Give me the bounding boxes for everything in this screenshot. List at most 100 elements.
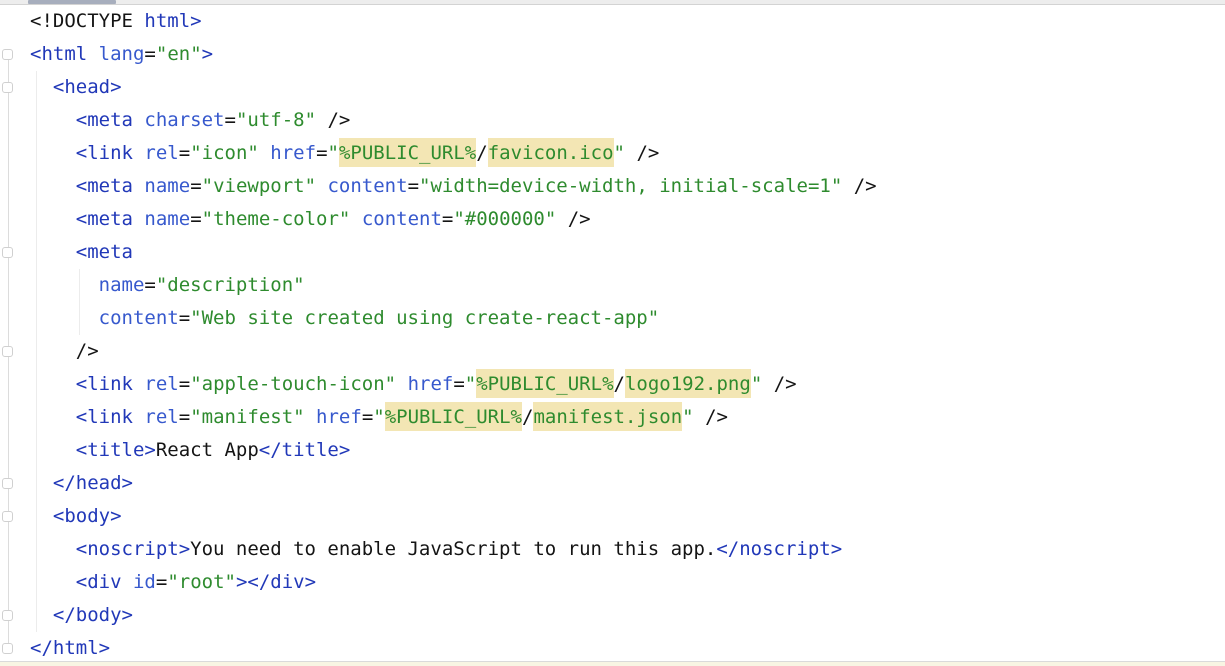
code-line[interactable]: <meta charset="utf-8" /> xyxy=(0,104,1225,137)
highlighted-code-token: logo192.png xyxy=(625,369,751,398)
code-token: html> xyxy=(144,10,201,32)
code-indent xyxy=(30,175,76,197)
fold-marker-start[interactable] xyxy=(2,82,13,93)
code-token: content xyxy=(99,307,179,329)
code-token: content xyxy=(327,175,407,197)
code-indent xyxy=(30,439,76,461)
fold-marker-end[interactable] xyxy=(2,346,13,357)
code-token: > xyxy=(202,43,213,65)
code-line[interactable]: <!DOCTYPE html> xyxy=(0,5,1225,38)
code-token: " xyxy=(682,406,693,428)
code-line[interactable]: <div id="root"></div> xyxy=(0,566,1225,599)
code-token: = xyxy=(453,373,464,395)
code-indent xyxy=(30,373,76,395)
code-token: name xyxy=(99,274,145,296)
code-token: content xyxy=(362,208,442,230)
code-token: /> xyxy=(625,142,659,164)
code-token: "Web site created using create-react-app… xyxy=(190,307,659,329)
code-token: "viewport" xyxy=(202,175,316,197)
code-token: /> xyxy=(694,406,728,428)
code-line[interactable]: <link rel="icon" href="%PUBLIC_URL%/favi… xyxy=(0,137,1225,170)
code-indent xyxy=(30,340,76,362)
code-token: You need to enable JavaScript to run thi… xyxy=(190,538,716,560)
code-token: " xyxy=(465,373,476,395)
code-token: /> xyxy=(556,208,590,230)
code-line[interactable]: <link rel="apple-touch-icon" href="%PUBL… xyxy=(0,368,1225,401)
code-token: = xyxy=(179,373,190,395)
fold-marker-end[interactable] xyxy=(2,610,13,621)
code-token xyxy=(316,175,327,197)
code-token: = xyxy=(179,406,190,428)
code-token: " xyxy=(373,406,384,428)
code-indent xyxy=(30,505,53,527)
code-token: <meta xyxy=(76,208,133,230)
code-token: lang xyxy=(99,43,145,65)
code-token: "#000000" xyxy=(453,208,556,230)
code-line[interactable]: name="description" xyxy=(0,269,1225,302)
code-token: React App xyxy=(156,439,259,461)
code-token: charset xyxy=(144,109,224,131)
code-token: rel xyxy=(144,373,178,395)
code-token: </body> xyxy=(53,604,133,626)
fold-marker-start[interactable] xyxy=(2,511,13,522)
code-token: = xyxy=(144,43,155,65)
code-line[interactable]: content="Web site created using create-r… xyxy=(0,302,1225,335)
code-token: " xyxy=(614,142,625,164)
code-line[interactable]: <title>React App</title> xyxy=(0,434,1225,467)
code-token: <head> xyxy=(53,76,122,98)
code-token: /> xyxy=(316,109,350,131)
code-line[interactable]: <meta name="viewport" content="width=dev… xyxy=(0,170,1225,203)
code-token xyxy=(259,142,270,164)
code-line[interactable]: <head> xyxy=(0,71,1225,104)
code-token: "apple-touch-icon" xyxy=(190,373,396,395)
code-token: " xyxy=(328,142,339,164)
code-line[interactable]: <link rel="manifest" href="%PUBLIC_URL%/… xyxy=(0,401,1225,434)
fold-marker-end[interactable] xyxy=(2,478,13,489)
code-token: = xyxy=(179,142,190,164)
code-token xyxy=(133,142,144,164)
fold-marker-start[interactable] xyxy=(2,247,13,258)
code-token: name xyxy=(144,175,190,197)
code-line[interactable]: <html lang="en"> xyxy=(0,38,1225,71)
code-token: </div> xyxy=(247,571,316,593)
code-token: </html> xyxy=(30,637,110,659)
code-token: / xyxy=(522,406,533,428)
fold-marker-start[interactable] xyxy=(2,49,13,60)
code-token: " xyxy=(751,373,762,395)
code-line[interactable]: <body> xyxy=(0,500,1225,533)
code-indent xyxy=(30,571,76,593)
code-indent xyxy=(30,307,99,329)
code-line[interactable]: </body> xyxy=(0,599,1225,632)
horizontal-scrollbar[interactable] xyxy=(0,0,1225,5)
code-indent xyxy=(30,472,53,494)
code-token: <div xyxy=(76,571,122,593)
code-line[interactable]: /> xyxy=(0,335,1225,368)
code-token: <link xyxy=(76,373,133,395)
highlighted-code-token: %PUBLIC_URL% xyxy=(476,369,613,398)
code-token: = xyxy=(190,208,201,230)
code-token: rel xyxy=(144,406,178,428)
code-token xyxy=(133,109,144,131)
code-indent xyxy=(30,109,76,131)
code-line[interactable]: <meta xyxy=(0,236,1225,269)
code-token: </title> xyxy=(259,439,351,461)
code-token: = xyxy=(156,571,167,593)
code-token: = xyxy=(362,406,373,428)
code-token: </noscript> xyxy=(716,538,842,560)
code-area[interactable]: <!DOCTYPE html><html lang="en"> <head> <… xyxy=(0,5,1225,665)
highlighted-code-token: %PUBLIC_URL% xyxy=(385,402,522,431)
code-token xyxy=(122,571,133,593)
fold-marker-end[interactable] xyxy=(2,643,13,654)
code-token xyxy=(133,175,144,197)
code-token: "description" xyxy=(156,274,305,296)
code-line[interactable]: <noscript>You need to enable JavaScript … xyxy=(0,533,1225,566)
code-token xyxy=(396,373,407,395)
code-line[interactable]: <meta name="theme-color" content="#00000… xyxy=(0,203,1225,236)
code-token: = xyxy=(144,274,155,296)
code-indent xyxy=(30,604,53,626)
code-token: <meta xyxy=(76,241,133,263)
code-line[interactable]: </head> xyxy=(0,467,1225,500)
horizontal-scrollbar-thumb[interactable] xyxy=(28,0,116,4)
fold-gutter xyxy=(0,0,28,666)
code-token: "manifest" xyxy=(190,406,304,428)
